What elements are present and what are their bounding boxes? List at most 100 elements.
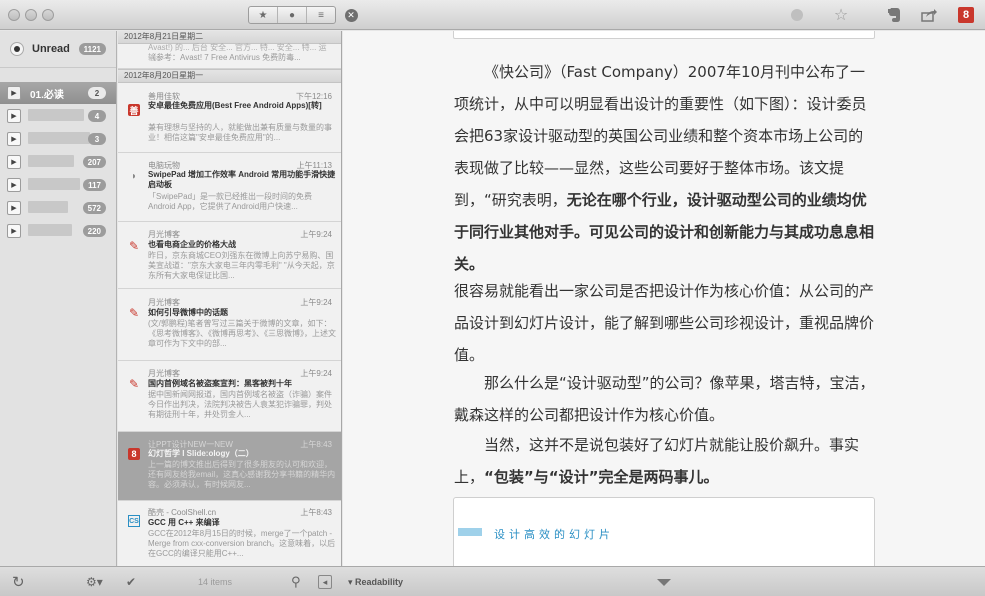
date-header: 2012年8月20日星期一: [118, 69, 341, 83]
disclosure-triangle-icon[interactable]: ▶: [7, 201, 21, 215]
disclosure-triangle-icon[interactable]: ▶: [7, 109, 21, 123]
all-filter-button[interactable]: ≡: [307, 7, 335, 23]
sidebar-item-label: 01.必读: [30, 90, 64, 101]
count-badge: 220: [82, 225, 106, 237]
item-summary: 据中国新闻网报道，国内首例域名被盗（诈骗）案件今日作出判决，法院判决被告人袁某犯…: [148, 390, 332, 419]
sidebar-item-label: Unread: [32, 43, 70, 55]
minimize-window-button[interactable]: [25, 9, 37, 21]
refresh-button[interactable]: ↻: [12, 574, 25, 591]
count-badge: 207: [82, 156, 106, 168]
sidebar-folder[interactable]: ▶ 01.必读 2: [0, 82, 116, 104]
list-item[interactable]: ✎ 月光博客 上午9:24 国内首例域名被盗案宣判：黑客被判十年 据中国新闻网报…: [118, 361, 341, 432]
sidebar-folder[interactable]: ▶ 117: [0, 174, 116, 196]
sidebar-folder[interactable]: ▶ 3: [0, 128, 116, 150]
item-title: GCC 用 C++ 来编译: [148, 518, 220, 527]
share-icon: [921, 9, 937, 22]
item-source: 酷壳 - CoolShell.cn: [148, 508, 217, 517]
redacted-folder-name: [28, 132, 90, 144]
disclosure-triangle-icon[interactable]: ▶: [7, 178, 21, 192]
item-title: 国内首例域名被盗案宣判：黑客被判十年: [148, 379, 292, 388]
feed-icon: 善: [128, 104, 140, 116]
evernote-button[interactable]: [886, 6, 904, 24]
item-title: 也看电商企业的价格大战: [148, 240, 236, 249]
count-badge: 572: [82, 202, 106, 214]
sidebar-folder[interactable]: ▶ 207: [0, 151, 116, 173]
list-item[interactable]: ◗ 电脑玩物 上午11:13 SwipePad 增加工作效率 Android 常…: [118, 153, 341, 222]
item-title: SwipePad 增加工作效率 Android 常用功能手滑快捷启动板: [148, 170, 336, 189]
feed-icon: ✎: [128, 306, 140, 320]
close-icon: ✕: [344, 8, 358, 22]
close-article-button[interactable]: ✕: [344, 6, 358, 24]
redacted-folder-name: [28, 224, 72, 236]
list-item[interactable]: CS 酷壳 - CoolShell.cn 上午8:43 GCC 用 C++ 来编…: [118, 501, 341, 566]
unread-dot-icon: [10, 42, 24, 56]
unread-dot-icon: [791, 9, 803, 21]
list-item[interactable]: 善 善用佳软 下午12:16 安卓最佳免费应用(Best Free Androi…: [118, 84, 341, 153]
list-item-selected[interactable]: 8 让PPT设计NEW一NEW 上午8:43 幻灯哲学 I Slide:olog…: [118, 432, 341, 501]
item-time: 上午9:24: [300, 230, 332, 239]
share-button[interactable]: [920, 6, 938, 24]
sidebar-folder[interactable]: ▶ 220: [0, 220, 116, 242]
rss-icon: ◗: [130, 170, 138, 182]
readability-button[interactable]: ▾ Readability: [348, 574, 403, 590]
article-paragraph: 那么什么是“设计驱动型”的公司？像苹果，塔吉特，宝洁，戴森这样的公司都把设计作为…: [454, 374, 875, 424]
item-title: 如何引导微博中的话题: [148, 308, 228, 317]
mark-all-read-button[interactable]: ✔: [126, 574, 136, 590]
sidebar: Unread 1121 ▶ 01.必读 2 ▶ 4 ▶ 3 ▶ 207 ▶ 11…: [0, 31, 117, 566]
disclosure-triangle-icon[interactable]: ▶: [7, 224, 21, 238]
readitlater-icon: 8: [958, 7, 974, 23]
item-summary: 兼有理想与坚持的人，就能做出兼有质量与数量的事业！相信这篇"安卓最佳免费应用"的…: [148, 123, 332, 142]
zoom-window-button[interactable]: [42, 9, 54, 21]
count-badge: 4: [88, 110, 106, 122]
star-icon: ☆: [833, 7, 849, 24]
starred-filter-button[interactable]: ★: [249, 7, 278, 23]
feed-icon: ✎: [128, 239, 140, 253]
star-button[interactable]: ☆: [832, 6, 850, 24]
checkmark-icon: ✔: [126, 575, 137, 589]
close-window-button[interactable]: [8, 9, 20, 21]
sidebar-folder[interactable]: ▶ 572: [0, 197, 116, 219]
item-summary: GCC在2012年8月15日的时候，merge了一个patch - Merge …: [148, 529, 336, 558]
sidebar-folder[interactable]: ▶ 4: [0, 105, 116, 127]
disclosure-triangle-icon[interactable]: ▶: [7, 155, 21, 169]
bottom-bar: ↻ ⚙▾ ✔ 14 items ⚲ ◂ ▾ Readability: [0, 566, 985, 596]
article-bold-text: “包装”与“设计”完全是两码事儿。: [484, 468, 719, 486]
item-source: 月光博客: [148, 230, 180, 239]
list-item[interactable]: ✎ 月光博客 上午9:24 如何引导微博中的话题 (文/郭鹏程)笔者曾写过三篇关…: [118, 289, 341, 361]
redacted-folder-name: [28, 155, 74, 167]
item-summary: 昨日，京东商城CEO刘强东在微博上向苏宁易购、国美宣战道："京东大家电三年内零毛…: [148, 251, 335, 280]
article-list: 2012年8月21日星期二 Avast!) 的... 后台 安全... 官方..…: [118, 31, 342, 566]
refresh-icon: ↻: [12, 574, 25, 591]
feed-icon: 8: [128, 448, 140, 460]
gear-icon: ⚙▾: [86, 575, 103, 589]
item-summary: 上一篇的博文推出后得到了很多朋友的认可和欢迎，还有网友给我email，这真心感谢…: [148, 460, 336, 489]
redacted-folder-name: [28, 109, 84, 121]
settings-menu-button[interactable]: ⚙▾: [86, 574, 103, 590]
slide-accent-bar: [458, 528, 482, 536]
item-title: 安卓最佳免费应用(Best Free Android Apps)[转]: [148, 101, 322, 110]
disclosure-triangle-icon[interactable]: ▶: [7, 132, 21, 146]
unread-filter-button[interactable]: ●: [278, 7, 307, 23]
item-source: 月光博客: [148, 369, 180, 378]
mark-unread-button[interactable]: [790, 6, 804, 24]
search-button[interactable]: ⚲: [291, 574, 301, 590]
item-count: 14 items: [198, 577, 233, 587]
list-item[interactable]: ✎ 月光博客 上午9:24 也看电商企业的价格大战 昨日，京东商城CEO刘强东在…: [118, 222, 341, 289]
unread-count-badge: 1121: [78, 43, 106, 55]
image-placeholder: [453, 31, 875, 39]
filter-segmented-control: ★ ● ≡: [248, 6, 336, 24]
disclosure-triangle-icon[interactable]: ▶: [7, 86, 21, 100]
readitlater-button[interactable]: 8: [957, 6, 975, 24]
article-paragraph: 当然，这并不是说包装好了幻灯片就能让股价飙升。事实上，“包装”与“设计”完全是两…: [454, 436, 860, 486]
list-item[interactable]: Avast!) 的... 后台 安全... 官方... 特... 安全... 特…: [118, 43, 341, 69]
sidebar-item-unread[interactable]: Unread 1121: [0, 31, 116, 68]
count-badge: 3: [88, 133, 106, 145]
scroll-down-button[interactable]: [657, 574, 671, 590]
item-summary: 「SwipePad」是一款已经推出一段时间的免费Android App，它提供了…: [148, 192, 313, 211]
feed-icon: ✎: [128, 377, 140, 391]
item-title: 幻灯哲学 I Slide:ology（二）: [148, 449, 254, 458]
evernote-icon: [888, 8, 900, 22]
search-icon: ⚲: [291, 574, 301, 589]
embedded-slide-image: 设计高效的幻灯片: [453, 497, 875, 566]
collapse-sidebar-button[interactable]: ◂: [318, 575, 332, 589]
